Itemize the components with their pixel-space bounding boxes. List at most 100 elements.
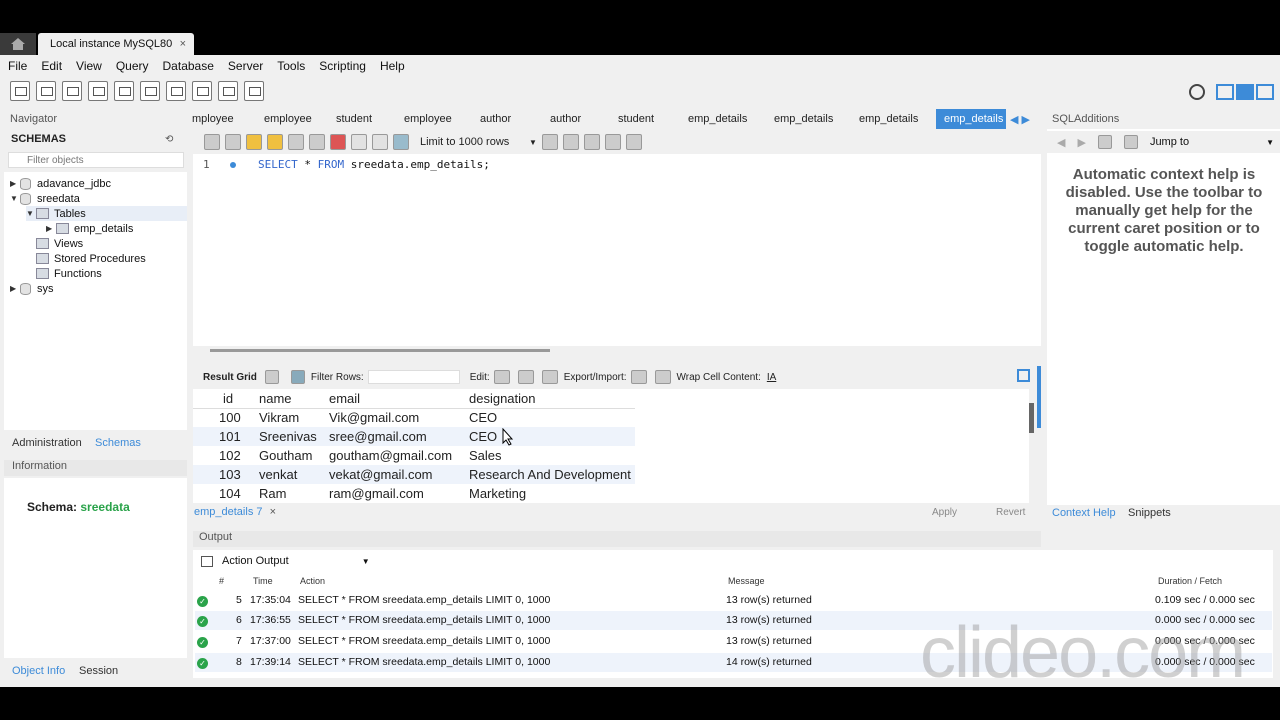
toggle-error-icon[interactable] xyxy=(330,134,346,150)
sql-tab[interactable]: emp_details xyxy=(851,109,936,129)
menu-file[interactable]: File xyxy=(8,59,27,73)
cell[interactable]: Sreenivas xyxy=(255,427,325,446)
create-table-icon[interactable] xyxy=(114,81,134,101)
find-icon[interactable] xyxy=(583,134,600,150)
expand-icon[interactable]: ▶ xyxy=(10,179,20,188)
explain-icon[interactable] xyxy=(288,134,304,150)
new-sql-tab-icon[interactable] xyxy=(10,81,30,101)
refresh-schemas-icon[interactable]: ⟲ xyxy=(165,134,173,145)
table-row[interactable]: 102 Goutham goutham@gmail.com Sales xyxy=(193,446,635,465)
edit-row-icon[interactable] xyxy=(493,370,510,384)
create-function-icon[interactable] xyxy=(192,81,212,101)
cell[interactable]: CEO xyxy=(465,427,635,446)
editor-horizontal-scrollbar[interactable] xyxy=(210,349,550,352)
cell[interactable]: vekat@gmail.com xyxy=(325,465,465,484)
open-file-icon[interactable] xyxy=(204,134,220,150)
tree-item-stored-procedures[interactable]: Stored Procedures xyxy=(36,251,146,266)
menu-scripting[interactable]: Scripting xyxy=(319,59,366,73)
sql-tab[interactable]: student xyxy=(610,109,680,129)
filter-objects-input[interactable]: Filter objects xyxy=(8,152,184,168)
output-row[interactable]: ✓ 5 17:35:04 SELECT * FROM sreedata.emp_… xyxy=(195,591,1272,610)
grid-view-icon[interactable] xyxy=(264,370,279,384)
sql-code[interactable]: SELECT * FROM sreedata.emp_details; xyxy=(258,158,490,171)
tab-administration[interactable]: Administration xyxy=(12,437,82,451)
cell[interactable]: Marketing xyxy=(465,484,635,503)
result-panel-toggle-icon[interactable] xyxy=(1017,369,1030,382)
table-row[interactable]: 101 Sreenivas sree@gmail.com CEO xyxy=(193,427,635,446)
cell[interactable]: ram@gmail.com xyxy=(325,484,465,503)
chevron-down-icon[interactable]: ▼ xyxy=(529,138,537,147)
toggle-auto-help-icon[interactable] xyxy=(1097,135,1112,149)
rollback-icon[interactable] xyxy=(372,134,388,150)
forward-icon[interactable]: ▶ xyxy=(1077,136,1085,149)
sql-tab[interactable]: author xyxy=(472,109,542,129)
tab-schemas[interactable]: Schemas xyxy=(95,437,141,451)
filter-rows-input[interactable] xyxy=(367,370,460,384)
execute-icon[interactable] xyxy=(246,134,262,150)
search-table-data-icon[interactable] xyxy=(218,81,238,101)
tree-item-functions[interactable]: Functions xyxy=(36,266,102,281)
menu-server[interactable]: Server xyxy=(228,59,263,73)
settings-icon[interactable] xyxy=(1189,84,1205,100)
cell[interactable]: Ram xyxy=(255,484,325,503)
expand-icon[interactable]: ▶ xyxy=(10,284,20,293)
autocommit-icon[interactable] xyxy=(393,134,409,150)
tree-item-sys[interactable]: ▶ sys xyxy=(10,281,54,296)
home-icon[interactable] xyxy=(0,33,36,55)
commit-icon[interactable] xyxy=(351,134,367,150)
cell[interactable]: Goutham xyxy=(255,446,325,465)
cell[interactable]: CEO xyxy=(465,408,635,427)
jump-to-select[interactable]: Jump to xyxy=(1150,136,1189,148)
cell[interactable]: Sales xyxy=(465,446,635,465)
add-snippet-icon[interactable] xyxy=(541,134,558,150)
limit-rows-select[interactable]: Limit to 1000 rows xyxy=(414,136,524,148)
tree-item-sreedata[interactable]: ▼ sreedata xyxy=(10,191,80,206)
invisible-chars-icon[interactable] xyxy=(604,134,621,150)
export-icon[interactable] xyxy=(630,370,647,384)
cell[interactable]: goutham@gmail.com xyxy=(325,446,465,465)
menu-view[interactable]: View xyxy=(76,59,102,73)
cell[interactable]: 102 xyxy=(215,446,255,465)
column-header[interactable]: id xyxy=(215,389,255,409)
menu-edit[interactable]: Edit xyxy=(41,59,62,73)
manual-help-icon[interactable] xyxy=(1123,135,1138,149)
collapse-icon[interactable]: ▼ xyxy=(10,194,20,203)
result-side-bar[interactable] xyxy=(1037,366,1041,428)
apply-button[interactable]: Apply xyxy=(932,507,957,518)
insert-row-icon[interactable] xyxy=(517,370,534,384)
create-view-icon[interactable] xyxy=(140,81,160,101)
tree-item-emp-details[interactable]: ▶ emp_details xyxy=(46,221,133,236)
tab-snippets[interactable]: Snippets xyxy=(1128,507,1171,519)
tree-item-tables[interactable]: ▼ Tables xyxy=(26,206,187,221)
tab-scroll-arrows-icon[interactable]: ◀ ▶ xyxy=(1006,109,1034,129)
table-row[interactable]: 100 Vikram Vik@gmail.com CEO xyxy=(193,408,635,427)
sql-editor[interactable] xyxy=(193,154,1041,346)
save-icon[interactable] xyxy=(225,134,241,150)
create-procedure-icon[interactable] xyxy=(166,81,186,101)
create-schema-icon[interactable] xyxy=(88,81,108,101)
sql-tab[interactable]: emp_details xyxy=(766,109,851,129)
reconnect-icon[interactable] xyxy=(244,81,264,101)
execute-current-icon[interactable] xyxy=(267,134,283,150)
cell[interactable]: 103 xyxy=(215,465,255,484)
sql-tab[interactable]: student xyxy=(328,109,396,129)
sql-tab-active[interactable]: emp_details xyxy=(936,109,1006,129)
chevron-down-icon[interactable]: ▼ xyxy=(362,557,370,566)
cell[interactable]: Vik@gmail.com xyxy=(325,408,465,427)
cell[interactable]: sree@gmail.com xyxy=(325,427,465,446)
inspector-icon[interactable] xyxy=(62,81,82,101)
sql-tab[interactable]: employee xyxy=(396,109,472,129)
sql-tab[interactable]: mployee xyxy=(192,109,256,129)
tab-session[interactable]: Session xyxy=(79,665,118,677)
cell[interactable]: venkat xyxy=(255,465,325,484)
table-row[interactable]: 103 venkat vekat@gmail.com Research And Dev… xyxy=(193,465,635,484)
close-icon[interactable]: × xyxy=(270,506,276,518)
collapse-icon[interactable]: ▼ xyxy=(26,209,36,218)
cell[interactable]: 104 xyxy=(215,484,255,503)
output-type-select[interactable]: Action Output ▼ xyxy=(222,555,370,567)
beautify-icon[interactable] xyxy=(562,134,579,150)
cell[interactable]: Vikram xyxy=(255,408,325,427)
open-sql-script-icon[interactable] xyxy=(36,81,56,101)
menu-help[interactable]: Help xyxy=(380,59,405,73)
menu-query[interactable]: Query xyxy=(116,59,149,73)
